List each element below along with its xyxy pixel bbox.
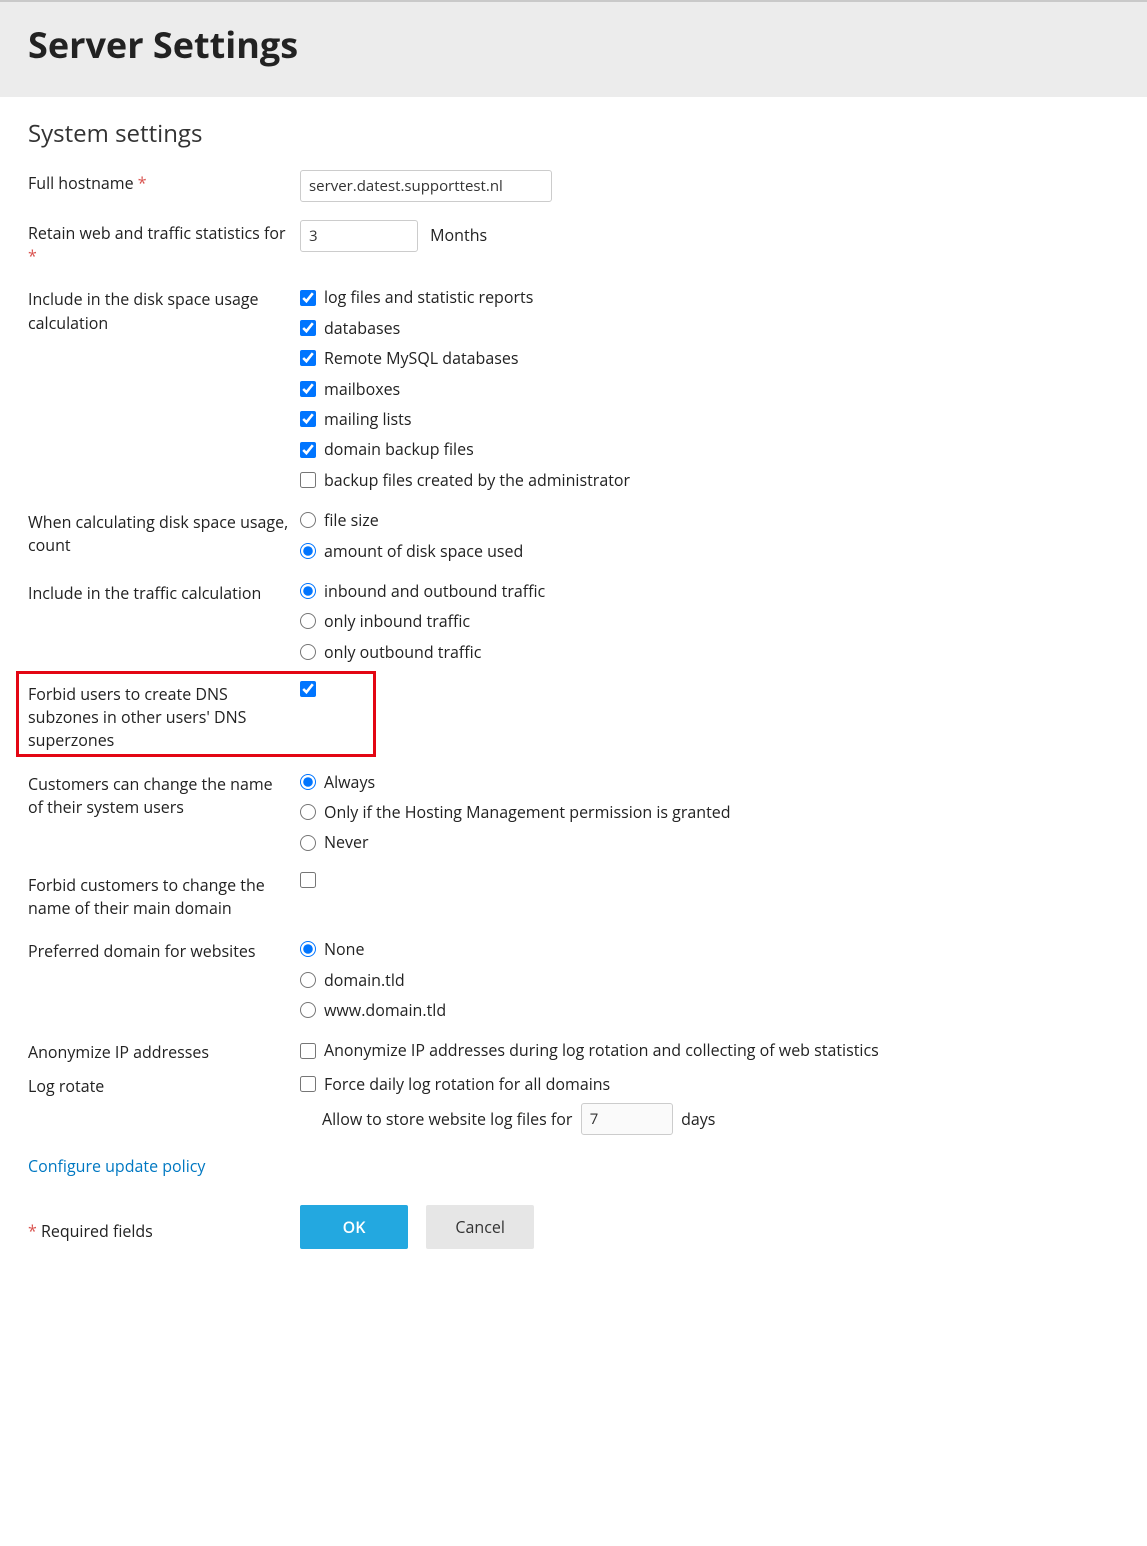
chk-mailboxes[interactable] (300, 381, 316, 397)
radio-filesize[interactable] (300, 512, 316, 528)
retain-months-input[interactable] (300, 220, 418, 252)
cancel-button[interactable]: Cancel (426, 1205, 534, 1249)
chk-logrotate-force[interactable] (300, 1076, 316, 1092)
chk-forbid-main[interactable] (300, 872, 316, 888)
ok-button[interactable]: OK (300, 1205, 408, 1249)
header-bar: Server Settings (0, 0, 1147, 97)
chk-logfiles[interactable] (300, 290, 316, 306)
chk-remote-mysql[interactable] (300, 350, 316, 366)
radio-sysuser-never[interactable] (300, 835, 316, 851)
label-forbid-main: Forbid customers to change the name of t… (28, 872, 300, 920)
label-hostname-text: Full hostname (28, 172, 134, 194)
label-anonymize: Anonymize IP addresses (28, 1039, 300, 1064)
radio-diskused[interactable] (300, 543, 316, 559)
days-label: days (681, 1108, 715, 1130)
row-update-policy: Configure update policy (28, 1155, 1119, 1177)
content-area: ‹ System settings Full hostname * Retain… (0, 97, 1147, 1289)
opt-pref-domain: domain.tld (324, 969, 405, 991)
logrotate-days-input[interactable] (581, 1103, 673, 1135)
opt-diskused: amount of disk space used (324, 540, 523, 562)
radio-traffic-out[interactable] (300, 644, 316, 660)
radio-sysuser-always[interactable] (300, 774, 316, 790)
radio-pref-none[interactable] (300, 941, 316, 957)
radio-traffic-both[interactable] (300, 583, 316, 599)
required-asterisk: * (28, 1220, 37, 1242)
row-disk-include: Include in the disk space usage calculat… (28, 286, 1119, 491)
opt-mailinglists: mailing lists (324, 408, 412, 430)
months-label: Months (430, 224, 487, 246)
chk-mailinglists[interactable] (300, 411, 316, 427)
required-text: Required fields (41, 1220, 153, 1242)
opt-mailboxes: mailboxes (324, 378, 400, 400)
logrotate-allow-label: Allow to store website log files for (322, 1108, 572, 1130)
radio-pref-www[interactable] (300, 1002, 316, 1018)
label-retain: Retain web and traffic statistics for * (28, 220, 300, 268)
label-retain-text: Retain web and traffic statistics for (28, 222, 286, 244)
chk-admin-backup[interactable] (300, 472, 316, 488)
chk-anonymize[interactable] (300, 1043, 316, 1059)
opt-anonymize: Anonymize IP addresses during log rotati… (324, 1039, 879, 1061)
label-preferred: Preferred domain for websites (28, 938, 300, 963)
highlight-box (16, 671, 376, 757)
row-anonymize: Anonymize IP addresses Anonymize IP addr… (28, 1039, 1119, 1064)
page-title: Server Settings (28, 20, 1119, 69)
row-preferred: Preferred domain for websites None domai… (28, 938, 1119, 1021)
opt-sysuser-never: Never (324, 831, 369, 853)
opt-pref-www: www.domain.tld (324, 999, 446, 1021)
opt-pref-none: None (324, 938, 364, 960)
row-logrotate: Log rotate Force daily log rotation for … (28, 1073, 1119, 1135)
row-disk-count: When calculating disk space usage, count… (28, 509, 1119, 562)
label-hostname: Full hostname * (28, 170, 300, 195)
hostname-input[interactable] (300, 170, 552, 202)
logrotate-days-row: Allow to store website log files for day… (322, 1103, 1119, 1135)
update-policy-link[interactable]: Configure update policy (28, 1155, 205, 1177)
radio-pref-domain[interactable] (300, 972, 316, 988)
opt-traffic-both: inbound and outbound traffic (324, 580, 545, 602)
row-traffic: Include in the traffic calculation inbou… (28, 580, 1119, 663)
label-logrotate: Log rotate (28, 1073, 300, 1098)
opt-traffic-out: only outbound traffic (324, 641, 481, 663)
radio-traffic-in[interactable] (300, 613, 316, 629)
section-title: System settings (28, 117, 1119, 150)
opt-sysuser-perm: Only if the Hosting Management permissio… (324, 801, 731, 823)
chk-databases[interactable] (300, 320, 316, 336)
radio-sysuser-perm[interactable] (300, 804, 316, 820)
opt-admin-backup: backup files created by the administrato… (324, 469, 630, 491)
required-asterisk: * (138, 172, 147, 194)
row-retain: Retain web and traffic statistics for * … (28, 220, 1119, 268)
label-disk-include: Include in the disk space usage calculat… (28, 286, 300, 334)
label-traffic: Include in the traffic calculation (28, 580, 300, 605)
footer-row: * Required fields OK Cancel (28, 1205, 1119, 1249)
chk-domain-backup[interactable] (300, 442, 316, 458)
opt-databases: databases (324, 317, 400, 339)
opt-filesize: file size (324, 509, 379, 531)
required-asterisk: * (28, 245, 37, 267)
opt-traffic-in: only inbound traffic (324, 610, 470, 632)
opt-sysuser-always: Always (324, 771, 375, 793)
opt-remote-mysql: Remote MySQL databases (324, 347, 518, 369)
opt-logfiles: log files and statistic reports (324, 286, 533, 308)
row-hostname: Full hostname * (28, 170, 1119, 202)
required-note: * Required fields (28, 1210, 300, 1243)
row-sysuser: Customers can change the name of their s… (28, 771, 1119, 854)
opt-domain-backup: domain backup files (324, 438, 474, 460)
label-sysuser: Customers can change the name of their s… (28, 771, 300, 819)
label-disk-count: When calculating disk space usage, count (28, 509, 300, 557)
row-forbid-main: Forbid customers to change the name of t… (28, 872, 1119, 920)
opt-logrotate-force: Force daily log rotation for all domains (324, 1073, 610, 1095)
